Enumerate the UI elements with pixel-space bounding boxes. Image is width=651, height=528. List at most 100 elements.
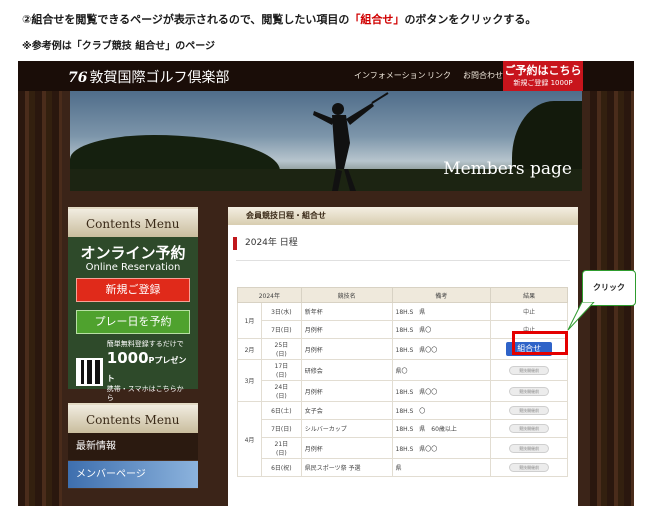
reserve-playday-button[interactable]: プレー日を予約 bbox=[76, 310, 190, 334]
online-reservation-title: オンライン予約 bbox=[80, 244, 186, 262]
event-name-cell: 研修会 bbox=[300, 359, 393, 381]
highlight-box bbox=[512, 331, 568, 355]
logo-mark: 76 bbox=[68, 70, 88, 86]
promo-line1: 簡単無料登録するだけで bbox=[106, 340, 184, 348]
schedule-table: 2024年 競技名 備考 結果 1月 3日(水) 新年杯 18H.S 県 中止 7日(日)… bbox=[237, 287, 568, 477]
status-badge: 競技開催前 bbox=[509, 424, 550, 433]
online-reservation-subtitle: Online Reservation bbox=[85, 262, 181, 273]
callout-pointer-icon bbox=[567, 302, 595, 331]
nav-link[interactable]: リンク bbox=[427, 70, 451, 81]
instruction-after: のボタンをクリックする。 bbox=[404, 13, 537, 26]
month-cell: 1月 bbox=[237, 302, 262, 339]
nav-information[interactable]: インフォメーション bbox=[354, 70, 426, 81]
promo-line2: 携帯・スマホはこちらから bbox=[106, 385, 184, 402]
event-name-cell: 月例杯 bbox=[300, 380, 393, 402]
contents-menu-header: Contents Menu bbox=[68, 207, 198, 237]
promo-amount-value: 1000 bbox=[106, 349, 149, 367]
note-cell: 18H.S 県〇 bbox=[391, 320, 492, 339]
status-badge: 競技開催前 bbox=[509, 443, 550, 453]
schedule-body: 1月 3日(水) 新年杯 18H.S 県中止 7日(日) 月例杯 18H.S 県〇 中止 2月 2… bbox=[237, 302, 568, 477]
date-cell: 21日 (日) bbox=[261, 437, 302, 459]
column-header-name: 競技名 bbox=[300, 287, 393, 303]
online-reservation-box: オンライン予約 Online Reservation 新規ご登録 プレー日を予約… bbox=[68, 237, 198, 402]
event-name-cell: 新年杯 bbox=[300, 302, 393, 321]
logo-text: 敦賀国際ゴルフ倶楽部 bbox=[89, 70, 230, 86]
month-cell: 2月 bbox=[237, 338, 262, 360]
promo-amount: 1000Pプレゼント bbox=[107, 349, 190, 385]
table-row: 4月 6日(土) 女子会 18H.S 〇競技開催前 bbox=[237, 401, 568, 477]
note-cell: 18H.S 県〇〇 bbox=[391, 338, 492, 360]
date-cell: 6日(祝) bbox=[261, 458, 302, 477]
date-cell: 7日(日) bbox=[261, 320, 302, 339]
note-cell: 18H.S 県〇〇 bbox=[391, 437, 492, 459]
content-header: 会員競技日程・組合せ bbox=[228, 207, 578, 225]
note-cell: 18H.S 県〇〇 bbox=[391, 380, 492, 402]
note-cell: 県〇 bbox=[391, 359, 492, 381]
sidebar-item-members[interactable]: メンバーページ bbox=[68, 461, 198, 489]
column-header-year: 2024年 bbox=[237, 287, 302, 303]
date-cell: 25日 (日) bbox=[261, 338, 302, 360]
main-content: 会員競技日程・組合せ 2024年 日程 2024年 競技名 備考 結果 1月 3日… bbox=[228, 207, 578, 506]
column-header-note: 備考 bbox=[391, 287, 492, 303]
note-cell: 県 bbox=[391, 458, 492, 477]
status-badge: 競技開催前 bbox=[509, 386, 550, 396]
promo-banner[interactable]: 簡単無料登録するだけで 1000Pプレゼント 携帯・スマホはこちらから bbox=[76, 340, 190, 403]
sidebar: Contents Menu オンライン予約 Online Reservation… bbox=[68, 207, 198, 489]
site-logo[interactable]: 76 敦賀国際ゴルフ倶楽部 bbox=[68, 67, 229, 87]
event-name-cell: 月例杯 bbox=[300, 338, 393, 360]
table-header-row: 2024年 競技名 備考 結果 bbox=[237, 287, 568, 303]
click-callout: クリック bbox=[582, 270, 636, 306]
status-text: 中止 bbox=[523, 309, 536, 316]
date-cell: 24日 (日) bbox=[261, 380, 302, 402]
note-cell: 18H.S 〇 bbox=[391, 401, 492, 420]
result-cell: 競技開催前 bbox=[490, 419, 568, 438]
result-cell: 競技開催前 bbox=[490, 380, 568, 402]
callout-text: クリック bbox=[593, 283, 625, 292]
event-name-cell: 女子会 bbox=[300, 401, 393, 420]
reserve-sub-label: 新規ご登録 1000P bbox=[513, 79, 573, 87]
table-row: 6日(祝) 県民スポーツ祭 予選県 競技開催前 bbox=[238, 458, 568, 477]
status-badge: 競技開催前 bbox=[509, 406, 550, 415]
date-cell: 7日(日) bbox=[261, 419, 302, 438]
note-cell: 18H.S 県 60歳以上 bbox=[391, 419, 492, 438]
result-cell: 競技開催前 bbox=[490, 359, 568, 381]
date-cell: 3日(水) bbox=[261, 302, 302, 321]
status-badge: 競技開催前 bbox=[509, 463, 550, 472]
note-cell: 18H.S 県 bbox=[391, 302, 492, 321]
result-cell: 競技開催前 bbox=[490, 437, 568, 459]
table-row: 1月 3日(水) 新年杯 18H.S 県 中止 bbox=[237, 302, 568, 339]
reference-note: ※参考例は「クラブ競技 組合せ」のページ bbox=[22, 41, 216, 52]
date-cell: 6日(土) bbox=[261, 401, 302, 420]
site-header: 76 敦賀国際ゴルフ倶楽部 インフォメーション リンク お問合わせ ご予約はこちら… bbox=[18, 61, 634, 91]
table-row: 21日 (日) 月例杯 18H.S 県〇〇 競技開催前 bbox=[238, 437, 568, 459]
instruction-highlight: 「組合せ」 bbox=[349, 13, 405, 26]
divider bbox=[236, 260, 570, 261]
sidebar-item-news[interactable]: 最新情報 bbox=[68, 433, 198, 461]
result-cell: 中止 bbox=[490, 302, 568, 321]
result-cell: 競技開催前 bbox=[490, 401, 568, 420]
golfer-silhouette bbox=[313, 92, 389, 191]
year-schedule-title: 2024年 日程 bbox=[233, 237, 578, 250]
instruction-before: ②組合せを閲覧できるページが表示されるので、閲覧したい項目の bbox=[22, 13, 350, 26]
table-row: 24日 (日) 月例杯 18H.S 県〇〇 競技開催前 bbox=[238, 380, 568, 402]
event-name-cell: シルバーカップ bbox=[300, 419, 393, 438]
hero-banner: Members page bbox=[70, 91, 582, 191]
hero-title: Members page bbox=[443, 159, 572, 179]
event-name-cell: 県民スポーツ祭 予選 bbox=[300, 458, 393, 477]
reserve-button[interactable]: ご予約はこちら 新規ご登録 1000P bbox=[503, 61, 583, 91]
event-name-cell: 月例杯 bbox=[300, 437, 393, 459]
month-cell: 4月 bbox=[237, 401, 262, 477]
website-screenshot: 76 敦賀国際ゴルフ倶楽部 インフォメーション リンク お問合わせ ご予約はこちら… bbox=[18, 61, 634, 506]
instruction-text: ②組合せを閲覧できるページが表示されるので、閲覧したい項目の「組合せ」のボタンを… bbox=[22, 11, 536, 27]
event-name-cell: 月例杯 bbox=[300, 320, 393, 339]
status-badge: 競技開催前 bbox=[509, 365, 550, 375]
date-cell: 17日 (日) bbox=[261, 359, 302, 381]
register-button[interactable]: 新規ご登録 bbox=[76, 278, 190, 302]
reserve-label: ご予約はこちら bbox=[504, 64, 582, 77]
table-row: 3月 17日 (日) 研修会 県〇 競技開催前 bbox=[237, 359, 568, 402]
qr-code-icon bbox=[76, 357, 103, 386]
table-row: 7日(日) シルバーカップ 18H.S 県 60歳以上 競技開催前 bbox=[238, 419, 568, 438]
nav-contact[interactable]: お問合わせ bbox=[463, 70, 503, 81]
column-header-result: 結果 bbox=[490, 287, 568, 303]
month-cell: 3月 bbox=[237, 359, 262, 402]
